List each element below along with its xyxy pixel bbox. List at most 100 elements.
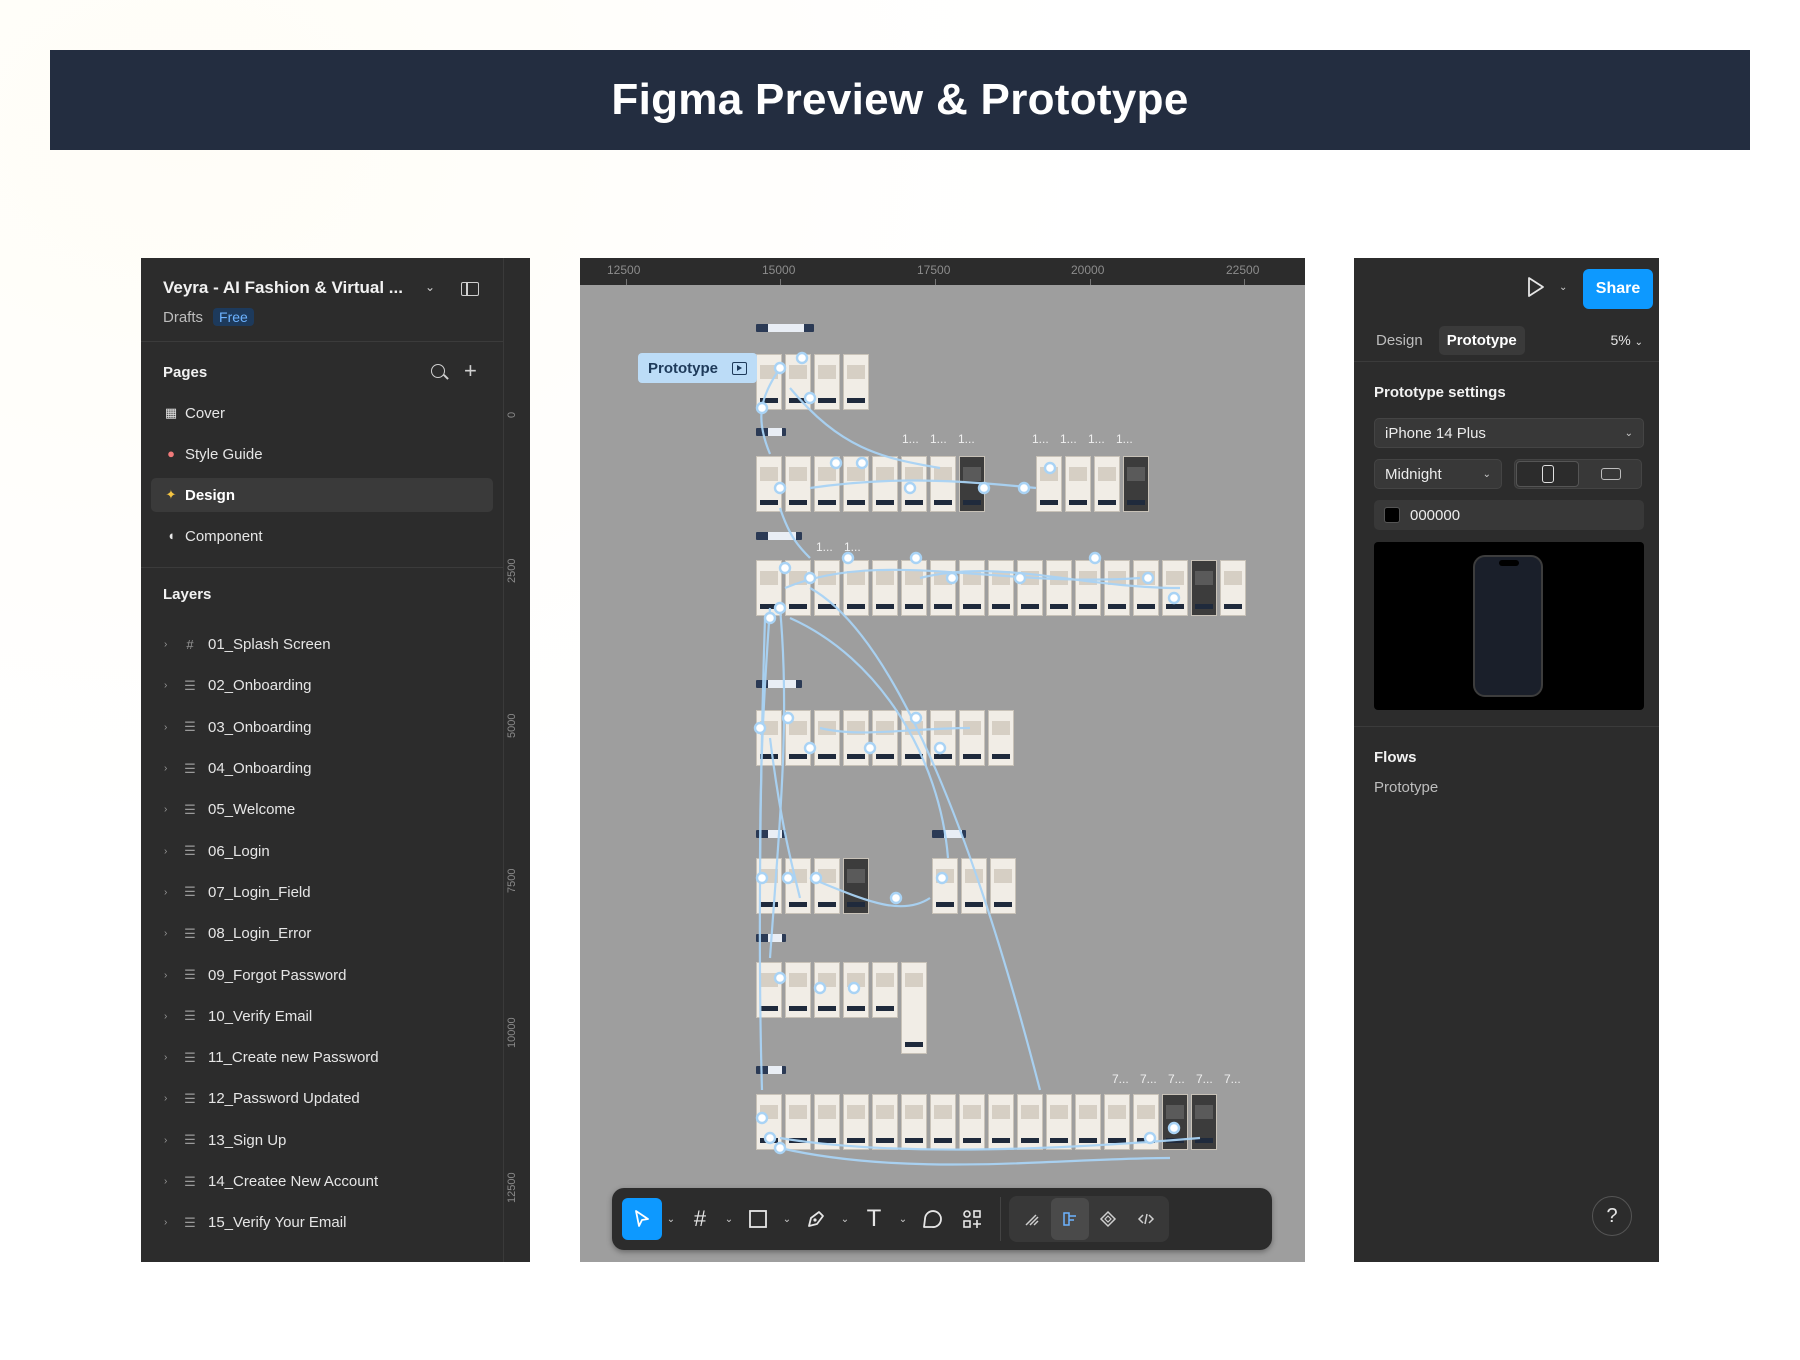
zoom-level[interactable]: 5% ⌄	[1610, 332, 1643, 348]
chevron-down-icon[interactable]: ⌄	[425, 280, 435, 294]
section-icon: ☰	[184, 1173, 196, 1189]
chevron-right-icon[interactable]: ›	[164, 1011, 178, 1022]
flow-starting-point[interactable]: Prototype	[638, 353, 758, 383]
sidebar-toggle-icon[interactable]	[461, 282, 479, 296]
chevron-right-icon[interactable]: ›	[164, 1217, 178, 1228]
section-icon: ☰	[184, 843, 196, 859]
chevron-right-icon[interactable]: ›	[164, 887, 178, 898]
layer-row[interactable]: › ☰ 09_Forgot Password	[141, 954, 503, 995]
layer-row[interactable]: › ☰ 13_Sign Up	[141, 1120, 503, 1161]
chevron-right-icon[interactable]: ›	[164, 1093, 178, 1104]
diamond-icon	[1099, 1210, 1117, 1228]
sparkles-emoji-icon: ✦	[165, 487, 177, 502]
page-label: Design	[185, 486, 236, 504]
ruler-tick: 0	[506, 411, 518, 418]
layer-row[interactable]: › ☰ 10_Verify Email	[141, 996, 503, 1037]
play-box-icon[interactable]	[732, 361, 748, 375]
vertical-ruler: 0 2500 5000 7500 10000 12500	[503, 258, 530, 1262]
portrait-button[interactable]	[1516, 461, 1579, 487]
code-icon	[1137, 1213, 1155, 1225]
chevron-down-icon: ⌄	[1482, 468, 1491, 480]
dev-mode[interactable]	[1127, 1198, 1165, 1240]
chevron-right-icon[interactable]: ›	[164, 763, 178, 774]
chevron-right-icon[interactable]: ›	[164, 1052, 178, 1063]
layer-row[interactable]: › ☰ 03_Onboarding	[141, 707, 503, 748]
text-tool[interactable]: T	[854, 1198, 894, 1240]
page-item-cover[interactable]: ▦ Cover	[151, 396, 493, 430]
share-button[interactable]: Share	[1583, 269, 1653, 309]
file-location[interactable]: Drafts	[163, 309, 203, 326]
chevron-down-icon[interactable]: ⌄	[836, 1214, 854, 1225]
layer-name: 04_Onboarding	[208, 760, 312, 778]
flow-item[interactable]: Prototype	[1354, 779, 1659, 796]
chevron-right-icon[interactable]: ›	[164, 846, 178, 857]
actions-tool[interactable]	[952, 1198, 992, 1240]
chevron-down-icon[interactable]: ⌄	[778, 1214, 796, 1225]
pen-tool[interactable]	[796, 1198, 836, 1240]
frame-tool[interactable]: #	[680, 1198, 720, 1240]
page-item-design[interactable]: ✦ Design	[151, 478, 493, 512]
layer-name: 10_Verify Email	[208, 1007, 313, 1025]
layer-row[interactable]: › ☰ 07_Login_Field	[141, 872, 503, 913]
chevron-right-icon[interactable]: ›	[164, 1176, 178, 1187]
plus-icon[interactable]: +	[464, 358, 477, 384]
chevron-down-icon[interactable]: ⌄	[894, 1214, 912, 1225]
chevron-right-icon[interactable]: ›	[164, 722, 178, 733]
prototype-mode[interactable]	[1089, 1198, 1127, 1240]
help-button[interactable]: ?	[1592, 1196, 1632, 1236]
layer-row[interactable]: › ☰ 12_Password Updated	[141, 1078, 503, 1119]
draw-mode[interactable]	[1013, 1198, 1051, 1240]
page-item-component[interactable]: ◖ Component	[151, 519, 493, 553]
section-icon: ☰	[184, 677, 196, 693]
play-icon[interactable]	[1526, 276, 1546, 298]
design-mode-icon	[1063, 1212, 1076, 1226]
speech-bubble-emoji-icon: ◖	[167, 528, 175, 543]
background-color-field[interactable]: 000000	[1374, 500, 1644, 530]
layer-row[interactable]: › ☰ 08_Login_Error	[141, 913, 503, 954]
section-icon: ☰	[184, 801, 196, 817]
chevron-down-icon[interactable]: ⌄	[1559, 282, 1567, 293]
move-tool[interactable]	[622, 1198, 662, 1240]
layer-row[interactable]: › ☰ 14_Createe New Account	[141, 1161, 503, 1202]
background-color-value[interactable]: 000000	[1410, 507, 1460, 524]
chevron-right-icon[interactable]: ›	[164, 639, 178, 650]
layer-row[interactable]: › ☰ 15_Verify Your Email	[141, 1202, 503, 1243]
layer-name: 05_Welcome	[208, 801, 296, 819]
pages-label: Pages	[163, 364, 208, 381]
layer-row[interactable]: › ☰ 02_Onboarding	[141, 665, 503, 706]
chevron-right-icon[interactable]: ›	[164, 804, 178, 815]
shape-tool[interactable]	[738, 1198, 778, 1240]
comment-tool[interactable]	[912, 1198, 952, 1240]
device-select[interactable]: iPhone 14 Plus ⌄	[1374, 418, 1644, 448]
layer-name: 07_Login_Field	[208, 883, 311, 901]
page-label: Cover	[185, 404, 226, 422]
layer-row[interactable]: › ☰ 05_Welcome	[141, 789, 503, 830]
chevron-right-icon[interactable]: ›	[164, 970, 178, 981]
palette-emoji-icon: ●	[167, 446, 175, 461]
landscape-button[interactable]	[1580, 460, 1641, 488]
chevron-right-icon[interactable]: ›	[164, 1135, 178, 1146]
chevron-down-icon[interactable]: ⌄	[662, 1214, 680, 1225]
chevron-down-icon[interactable]: ⌄	[720, 1214, 738, 1225]
page-banner: Figma Preview & Prototype	[50, 50, 1750, 150]
layer-row[interactable]: › #01_Splash Screen	[141, 624, 503, 665]
color-swatch[interactable]	[1384, 507, 1400, 523]
mode-switcher	[1009, 1196, 1169, 1242]
layer-row[interactable]: › ☰ 06_Login	[141, 830, 503, 871]
chevron-right-icon[interactable]: ›	[164, 928, 178, 939]
pages-header: Pages +	[141, 342, 503, 396]
section-icon: ☰	[184, 719, 196, 735]
page-label: Style Guide	[185, 445, 263, 463]
page-item-style-guide[interactable]: ● Style Guide	[151, 437, 493, 471]
page-label: Component	[185, 527, 263, 545]
chevron-down-icon: ⌄	[1624, 427, 1633, 439]
search-icon[interactable]	[431, 364, 445, 378]
chevron-right-icon[interactable]: ›	[164, 680, 178, 691]
model-color-select[interactable]: Midnight ⌄	[1374, 459, 1502, 489]
layer-row[interactable]: › ☰ 11_Create new Password	[141, 1037, 503, 1078]
layer-row[interactable]: › ☰ 04_Onboarding	[141, 748, 503, 789]
tab-prototype[interactable]: Prototype	[1438, 326, 1525, 355]
design-canvas[interactable]: 12500 15000 17500 20000 22500 1... 1... …	[580, 258, 1305, 1262]
tab-design[interactable]: Design	[1368, 326, 1431, 355]
design-mode[interactable]	[1051, 1198, 1089, 1240]
